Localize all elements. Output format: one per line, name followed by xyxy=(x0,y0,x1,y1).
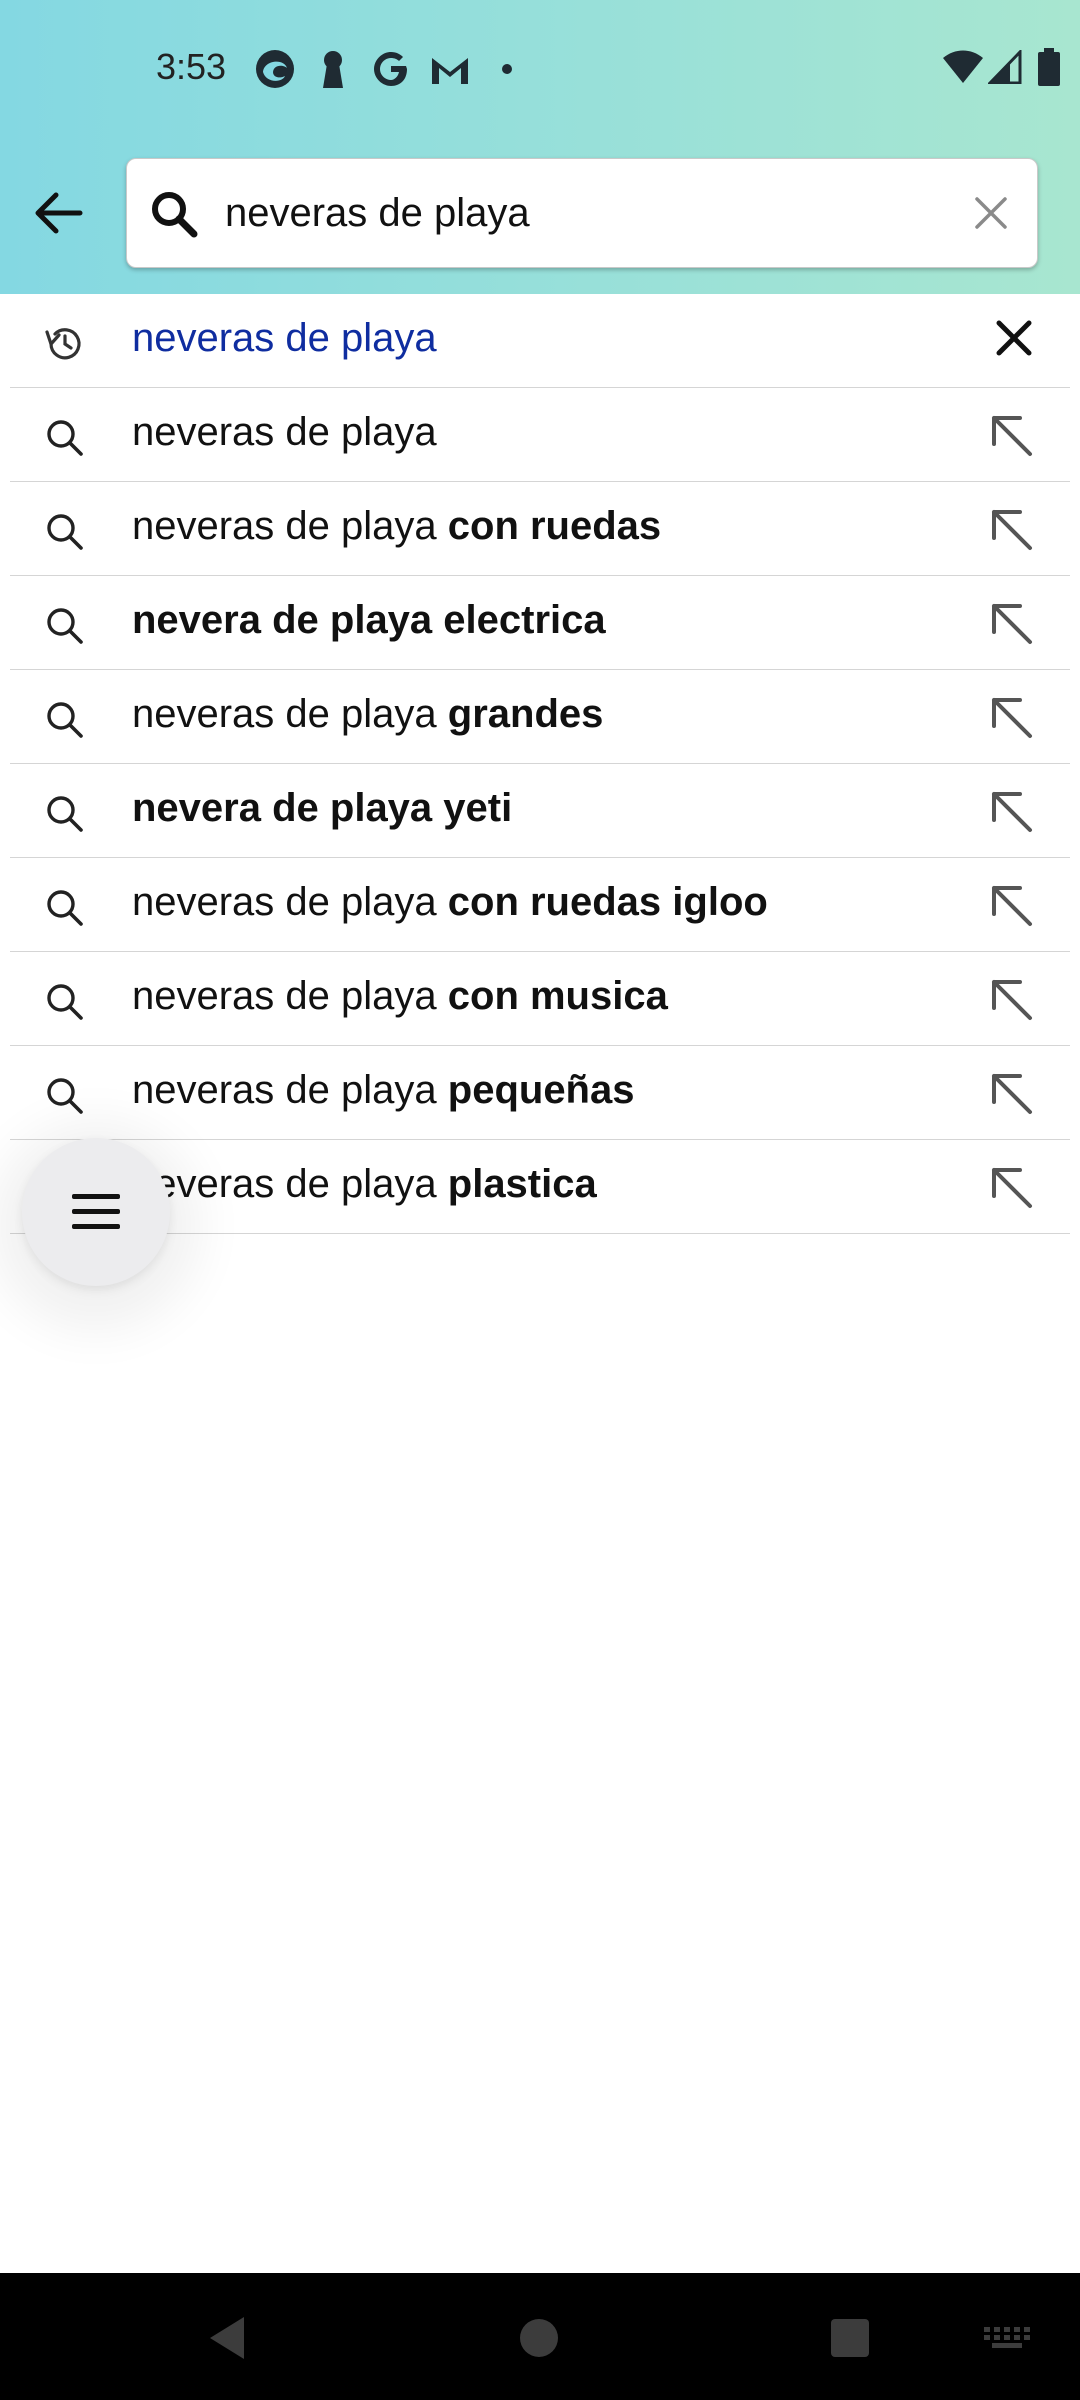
suggestion-bold: grandes xyxy=(447,692,604,736)
search-icon xyxy=(47,1078,83,1114)
history-icon xyxy=(45,328,81,360)
fill-query-arrow-icon[interactable] xyxy=(988,788,1034,834)
app-header: 3:53 xyxy=(0,0,1080,294)
search-icon xyxy=(47,420,83,456)
suggestion-bold: con musica xyxy=(447,974,668,1018)
wifi-icon xyxy=(943,50,983,83)
status-bar: 3:53 xyxy=(0,0,1080,135)
suggestion-bold: nevera de playa yeti xyxy=(132,786,513,830)
menu-fab-button[interactable] xyxy=(22,1138,170,1286)
edge-browser-icon xyxy=(256,50,294,88)
suggestion-prefix: neveras de playa xyxy=(132,880,448,924)
search-icon xyxy=(152,192,198,238)
fill-query-arrow-icon[interactable] xyxy=(988,882,1034,928)
search-suggestion-row[interactable]: nevera de playa electrica xyxy=(10,576,1070,670)
fill-query-arrow-icon[interactable] xyxy=(988,1070,1034,1116)
search-bar[interactable] xyxy=(126,158,1038,268)
dot-icon xyxy=(502,64,512,74)
suggestion-text: neveras de playa plastica xyxy=(132,1162,597,1207)
search-suggestion-row[interactable]: nevera de playa yeti xyxy=(10,764,1070,858)
suggestion-bold: con ruedas xyxy=(447,504,662,548)
suggestion-text: neveras de playa xyxy=(132,316,437,361)
search-suggestion-row[interactable]: neveras de playa xyxy=(10,388,1070,482)
suggestion-text: neveras de playa con ruedas igloo xyxy=(132,880,768,925)
history-suggestion-row[interactable]: neveras de playa xyxy=(10,294,1070,388)
back-arrow-icon xyxy=(35,192,83,234)
suggestion-prefix: neveras de playa xyxy=(132,1162,448,1206)
search-suggestion-row[interactable]: neveras de playa con ruedas igloo xyxy=(10,858,1070,952)
system-nav-bar xyxy=(0,2273,1080,2400)
keyhole-icon xyxy=(323,51,343,88)
search-suggestion-row[interactable]: neveras de playa con ruedas xyxy=(10,482,1070,576)
search-icon xyxy=(47,984,83,1020)
search-suggestion-row[interactable]: neveras de playa grandes xyxy=(10,670,1070,764)
suggestion-bold: plastica xyxy=(447,1162,597,1206)
fill-query-arrow-icon[interactable] xyxy=(988,600,1034,646)
fill-query-arrow-icon[interactable] xyxy=(988,412,1034,458)
suggestion-bold: con ruedas igloo xyxy=(447,880,768,924)
suggestion-prefix: neveras de playa xyxy=(132,974,448,1018)
back-button[interactable] xyxy=(30,185,86,241)
suggestion-list: neveras de playa neveras de playa nevera… xyxy=(0,294,1080,1234)
suggestion-prefix: neveras de playa xyxy=(132,316,437,360)
cellular-signal-icon xyxy=(988,50,1022,84)
fill-query-arrow-icon[interactable] xyxy=(988,694,1034,740)
keyboard-icon[interactable] xyxy=(984,2327,1030,2349)
suggestion-text: neveras de playa xyxy=(132,410,437,455)
suggestion-text: nevera de playa yeti xyxy=(132,786,512,831)
fill-query-arrow-icon[interactable] xyxy=(988,506,1034,552)
hamburger-menu-icon xyxy=(72,1194,120,1229)
suggestion-bold: nevera de playa electrica xyxy=(132,598,606,642)
suggestion-prefix: neveras de playa xyxy=(132,410,437,454)
remove-history-icon[interactable] xyxy=(994,318,1034,358)
gmail-icon xyxy=(432,58,468,84)
suggestion-prefix: neveras de playa xyxy=(132,1068,448,1112)
suggestion-text: neveras de playa con ruedas xyxy=(132,504,661,549)
search-input[interactable] xyxy=(225,159,925,267)
nav-recents-icon[interactable] xyxy=(830,2318,870,2358)
search-icon xyxy=(47,702,83,738)
search-icon xyxy=(47,796,83,832)
search-suggestion-row[interactable]: neveras de playa pequeñas xyxy=(10,1046,1070,1140)
status-time: 3:53 xyxy=(156,46,227,87)
suggestion-bold: pequeñas xyxy=(447,1068,635,1112)
fill-query-arrow-icon[interactable] xyxy=(988,1164,1034,1210)
suggestion-text: neveras de playa con musica xyxy=(132,974,668,1019)
google-icon xyxy=(374,52,407,86)
search-suggestion-row[interactable]: neveras de playa con musica xyxy=(10,952,1070,1046)
search-icon xyxy=(47,608,83,644)
suggestion-prefix: neveras de playa xyxy=(132,504,448,548)
search-icon xyxy=(47,890,83,926)
suggestion-text: neveras de playa grandes xyxy=(132,692,603,737)
battery-icon xyxy=(1038,48,1060,86)
fill-query-arrow-icon[interactable] xyxy=(988,976,1034,1022)
suggestion-text: neveras de playa pequeñas xyxy=(132,1068,634,1113)
nav-back-icon[interactable] xyxy=(204,2313,250,2363)
clear-search-icon[interactable] xyxy=(973,195,1009,231)
suggestion-prefix: neveras de playa xyxy=(132,692,448,736)
nav-home-icon[interactable] xyxy=(518,2317,560,2359)
suggestion-text: nevera de playa electrica xyxy=(132,598,606,643)
search-icon xyxy=(47,514,83,550)
